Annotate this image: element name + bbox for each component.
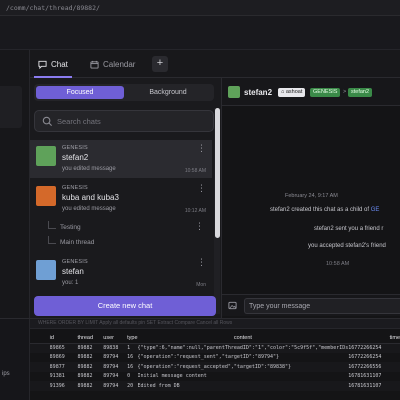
chat-time: 10:12 AM [184,208,206,214]
chat-preview: you edited message [62,206,116,212]
table-row[interactable]: 91396 89882 89794 20 Edited from DB 167816311… [30,381,400,391]
table-row[interactable]: 89865 89882 89838 1 {"type":6,"name":null,"p… [30,343,400,353]
chat-name: kuba and kuba3 [62,193,119,202]
conversation-pane: stefan2 ⌂ ashoat GENESIS > stefan2 Febru… [222,78,400,318]
create-new-chat-button[interactable]: Create new chat [34,296,216,316]
chat-list-scrollbar-thumb[interactable] [215,108,220,238]
tab-bar: Chat Calendar + [30,50,400,78]
tab-calendar-label: Calendar [103,59,136,69]
breadcrumb-chat-badge[interactable]: stefan2 [348,88,373,97]
subthread-name: Testing [60,224,81,231]
chat-list-item[interactable]: GENESIS stefan you: 1 Mon ⋮ [30,254,212,292]
column-header-thread[interactable]: thread [77,333,104,344]
table-header-row: id thread user type content time [30,333,400,344]
avatar [36,146,56,166]
db-toolbar[interactable]: WHERE ORDER BY LIMIT Apply all defaults … [30,319,400,329]
tab-calendar[interactable]: Calendar [90,50,135,78]
message-input[interactable] [244,298,400,314]
avatar [228,86,240,98]
chat-name: stefan2 [62,153,89,162]
chat-list-item[interactable]: GENESIS kuba and kuba3 you edited messag… [30,180,212,218]
segment-background[interactable]: Background [124,86,212,99]
avatar [36,186,56,206]
search-input[interactable] [57,115,207,128]
messages-table: id thread user type content time 89865 89… [30,333,400,391]
chat-list-item[interactable]: GENESIS stefan2 you edited message 10:58… [30,140,212,178]
left-sidebar [0,50,30,318]
subthread-item[interactable]: Testing ⋮ [48,221,208,235]
chat-name: stefan [62,267,84,276]
table-row[interactable]: 89877 89882 89794 16 {"operation":"request_a… [30,362,400,372]
avatar [36,260,56,280]
message-time: 10:58 AM [326,261,350,267]
chat-time: 10:58 AM [184,168,206,174]
more-options-icon[interactable]: ⋮ [197,258,206,267]
system-message: stefan2 created this chat as a child of … [270,207,380,213]
browser-url-bar[interactable]: /comm/chat/thread/89882/ [0,0,400,16]
community-link[interactable]: GE [371,207,380,213]
table-row[interactable]: 89869 89882 89794 16 {"operation":"request_s… [30,353,400,363]
url-text: /comm/chat/thread/89882/ [6,4,100,12]
chat-group-label: GENESIS [62,185,88,191]
chat-preview: you edited message [62,166,116,172]
breadcrumb-community-badge[interactable]: GENESIS [310,88,341,97]
thread-connector-icon [48,236,56,244]
column-header-type[interactable]: type [127,333,138,344]
tab-chat[interactable]: Chat [34,50,72,78]
db-left-sidebar: ips [0,319,30,400]
new-tab-button[interactable]: + [152,56,168,72]
chat-preview: you: 1 [62,280,79,286]
more-options-icon[interactable]: ⋮ [197,184,206,193]
segment-focused[interactable]: Focused [36,86,124,99]
system-message: stefan2 sent you a friend r [314,226,384,232]
column-header-user[interactable]: user [103,333,128,344]
database-panel: ips WHERE ORDER BY LIMIT Apply all defau… [0,318,400,400]
column-header-content[interactable]: content [137,333,349,344]
subthread-name: Main thread [60,239,95,246]
table-row[interactable]: 91381 89882 89794 0 Initial message content 1… [30,372,400,382]
chat-group-label: GENESIS [62,259,88,265]
conversation-title: stefan2 [244,88,273,97]
chat-bubble-icon [38,60,47,69]
sidebar-selected-block[interactable] [0,86,22,128]
calendar-icon [90,60,99,69]
chat-time: Mon [196,282,206,288]
search-box [34,110,214,132]
image-attach-icon[interactable] [228,301,237,310]
chat-list-pane: Focused Background GENESIS stefan2 you e… [30,78,222,318]
chat-group-label: GENESIS [62,145,88,151]
subthread-item[interactable]: Main thread [48,236,208,250]
app-header [0,16,400,50]
column-header-time[interactable]: time [348,333,400,344]
user-icon: ⌂ [281,89,285,95]
more-options-icon[interactable]: ⋮ [197,144,206,153]
tab-chat-label: Chat [51,59,68,69]
search-icon [42,116,53,127]
db-sidebar-label: ips [2,371,10,377]
message-composer [222,294,400,316]
column-header-id[interactable]: id [49,333,78,344]
focus-segment-control: Focused Background [34,84,214,101]
message-date: February 24, 9:17 AM [285,193,338,199]
system-message: you accepted stefan2's friend [308,243,386,249]
thread-connector-icon [48,221,56,229]
breadcrumb-user-badge[interactable]: ⌂ ashoat [278,88,306,97]
plus-icon: + [156,57,164,69]
more-options-icon[interactable]: ⋮ [195,222,204,231]
conversation-header: stefan2 ⌂ ashoat GENESIS > stefan2 [222,78,400,106]
